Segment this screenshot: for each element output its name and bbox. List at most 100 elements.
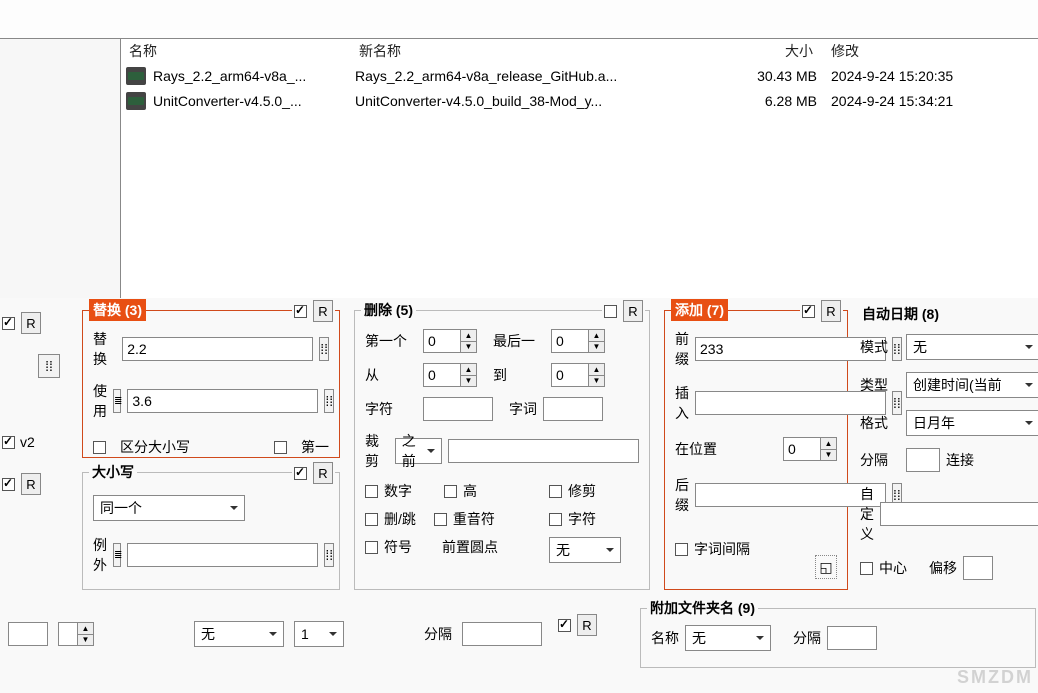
spin[interactable]: ▲▼ <box>58 622 94 646</box>
with-input[interactable] <box>127 389 318 413</box>
type-select[interactable]: 创建时间(当前 <box>906 372 1038 398</box>
trim-check[interactable] <box>549 485 562 498</box>
high-check[interactable] <box>444 485 457 498</box>
checkbox[interactable] <box>558 619 571 632</box>
file-list-header: 名称 新名称 大小 修改 <box>121 39 1038 63</box>
cell-name: Rays_2.2_arm64-v8a_... <box>149 68 351 84</box>
except-label: 例外 <box>93 535 107 575</box>
checkbox[interactable] <box>2 478 15 491</box>
ds-check[interactable] <box>365 513 378 526</box>
remove-group: 删除 (5) R 第一个 ▲▼ 最后一 ▲▼ 从 ▲▼ 到 ▲▼ 字符 字词 <box>354 310 650 590</box>
cell-mod: 2024-9-24 15:20:35 <box>821 68 1011 84</box>
checkbox[interactable] <box>294 305 307 318</box>
expand-icon[interactable]: ◱ <box>815 555 837 579</box>
chars2-check[interactable] <box>549 513 562 526</box>
at-pos-spin[interactable]: ▲▼ <box>783 437 837 461</box>
prefix-label: 前缀 <box>675 329 689 369</box>
suffix-label: 后缀 <box>675 475 689 515</box>
reset-button[interactable]: R <box>21 473 41 495</box>
from-label: 从 <box>365 365 417 385</box>
remove-legend: 删除 (5) <box>361 300 416 320</box>
last-n-label: 最后一 <box>493 331 545 351</box>
checkbox[interactable] <box>2 317 15 330</box>
digits-check[interactable] <box>365 485 378 498</box>
custom-input[interactable] <box>880 502 1038 526</box>
col-size[interactable]: 大小 <box>721 39 821 63</box>
except-input[interactable] <box>127 543 318 567</box>
cent-check[interactable] <box>860 562 873 575</box>
first-check[interactable] <box>274 441 287 454</box>
words-input[interactable] <box>543 397 603 421</box>
checkbox[interactable] <box>604 305 617 318</box>
sep-input[interactable] <box>906 448 940 472</box>
reset-button[interactable]: R <box>313 462 333 484</box>
checkbox[interactable] <box>2 436 15 449</box>
mode-select[interactable]: 无 <box>906 334 1038 360</box>
col-mod[interactable]: 修改 <box>821 39 1011 63</box>
none-select[interactable]: 无 <box>194 621 284 647</box>
sep-label: 分隔 <box>424 624 452 644</box>
cell-newname: Rays_2.2_arm64-v8a_release_GitHub.a... <box>351 68 721 84</box>
match-case-label: 区分大小写 <box>120 437 190 457</box>
accents-label: 重音符 <box>453 509 495 529</box>
replace-input[interactable] <box>122 337 313 361</box>
checkbox[interactable] <box>294 467 307 480</box>
num-input[interactable] <box>8 622 48 646</box>
case-group: 大小写 R 同一个 例外 ≣ ⁞⁞ <box>82 472 340 590</box>
table-row[interactable]: UnitConverter-v4.5.0_... UnitConverter-v… <box>121 88 1038 113</box>
cell-size: 6.28 MB <box>721 93 821 109</box>
chars-input[interactable] <box>423 397 493 421</box>
first-label: 第一 <box>301 437 329 457</box>
first-n-spin[interactable]: ▲▼ <box>423 329 477 353</box>
reset-button[interactable]: R <box>313 300 333 322</box>
word-space-check[interactable] <box>675 543 688 556</box>
col-newname[interactable]: 新名称 <box>351 39 721 63</box>
list-icon[interactable]: ≣ <box>113 543 121 567</box>
insert-input[interactable] <box>695 391 886 415</box>
table-row[interactable]: Rays_2.2_arm64-v8a_... Rays_2.2_arm64-v8… <box>121 63 1038 88</box>
replace-label: 替换 <box>93 329 107 369</box>
last-n-spin[interactable]: ▲▼ <box>551 329 605 353</box>
file-icon <box>126 67 146 85</box>
sym-check[interactable] <box>365 541 378 554</box>
leaddot-select[interactable]: 无 <box>549 537 621 563</box>
cell-newname: UnitConverter-v4.5.0_build_38-Mod_y... <box>351 93 721 109</box>
fmt-select[interactable]: 日月年 <box>906 410 1038 436</box>
name-label: 名称 <box>651 628 679 648</box>
crop-select[interactable]: 之前 <box>395 438 442 464</box>
offset-input[interactable] <box>963 556 993 580</box>
list-icon[interactable]: ≣ <box>113 389 121 413</box>
menu-button[interactable]: ⁞⁞ <box>38 354 60 378</box>
to-spin[interactable]: ▲▼ <box>551 363 605 387</box>
sep-input[interactable] <box>462 622 542 646</box>
accents-check[interactable] <box>434 513 447 526</box>
crop-input[interactable] <box>448 439 639 463</box>
sep-label: 分隔 <box>793 628 821 648</box>
checkbox[interactable] <box>802 305 815 318</box>
dir-tree-pane[interactable] <box>0 38 120 298</box>
reset-button[interactable]: R <box>577 614 597 636</box>
menu-button[interactable]: ⁞⁞ <box>319 337 329 361</box>
match-case-check[interactable] <box>93 441 106 454</box>
autodate-group: 自动日期 (8) 模式 无 类型 创建时间(当前 格式 日月年 分隔 连接 自定… <box>860 300 1038 580</box>
case-select[interactable]: 同一个 <box>93 495 245 521</box>
prefix-input[interactable] <box>695 337 886 361</box>
reset-button[interactable]: R <box>21 312 41 334</box>
reset-button[interactable]: R <box>821 300 841 322</box>
add-group: 添加 (7) R 前缀 ⁞⁞ 插入 ⁞⁞ 在位置 ▲▼ 后缀 <box>664 310 848 590</box>
one-select[interactable]: 1 <box>294 621 344 647</box>
col-name[interactable]: 名称 <box>121 39 351 63</box>
chars2-label: 字符 <box>568 509 596 529</box>
from-spin[interactable]: ▲▼ <box>423 363 477 387</box>
menu-button[interactable]: ⁞⁞ <box>324 543 334 567</box>
file-icon <box>126 92 146 110</box>
menu-button[interactable]: ⁞⁞ <box>324 389 334 413</box>
cent-label: 中心 <box>879 558 907 578</box>
append-folder-group: 附加文件夹名 (9) 名称 无 分隔 <box>640 608 1036 668</box>
with-label: 使用 <box>93 381 107 421</box>
reset-button[interactable]: R <box>623 300 643 322</box>
sep-input[interactable] <box>827 626 877 650</box>
at-pos-label: 在位置 <box>675 439 723 459</box>
name-select[interactable]: 无 <box>685 625 771 651</box>
suffix-input[interactable] <box>695 483 886 507</box>
